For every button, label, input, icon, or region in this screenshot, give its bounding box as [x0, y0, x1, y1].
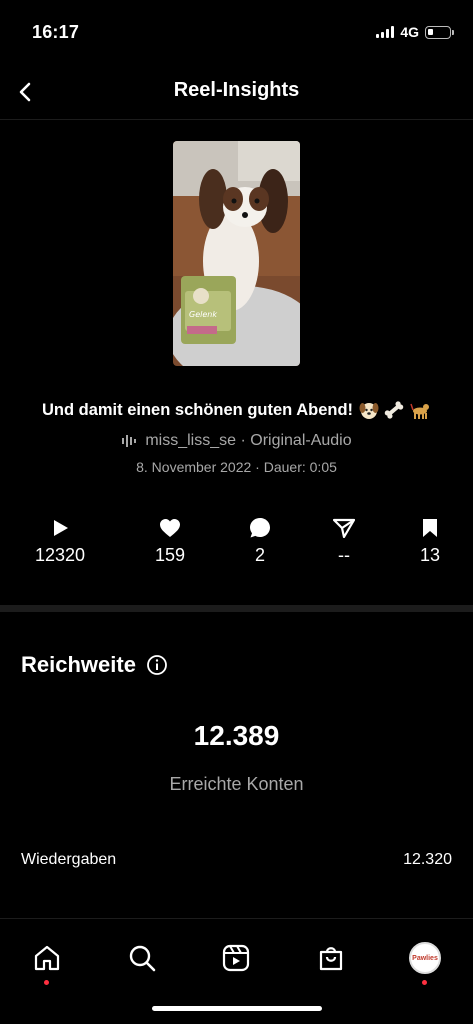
saves-count: 13 — [419, 545, 441, 565]
bone-emoji-icon — [384, 401, 404, 419]
header: Reel-Insights — [0, 64, 473, 120]
notification-dot — [422, 980, 427, 985]
reel-thumbnail[interactable]: Gelenk — [173, 141, 300, 366]
audio-wave-icon — [122, 435, 137, 447]
stats-row: 12320 159 2 -- 13 — [0, 516, 473, 576]
reel-caption: Und damit einen schönen guten Abend! — [0, 400, 473, 420]
caption-text: Und damit einen schönen guten Abend! — [41, 400, 354, 419]
network-type: 4G — [400, 24, 419, 40]
stat-saves: 13 — [385, 516, 473, 566]
plays-count: 12320 — [34, 545, 86, 565]
comments-count: 2 — [254, 545, 265, 565]
avatar-label: Pawlies — [412, 954, 438, 962]
audio-text: miss_liss_se · Original-Audio — [145, 432, 352, 449]
nav-shop[interactable] — [306, 933, 356, 983]
nav-search[interactable] — [117, 933, 167, 983]
metric-row: Wiedergaben 12.320 — [21, 851, 452, 869]
shares-count: -- — [338, 545, 350, 565]
page-title: Reel-Insights — [173, 79, 300, 101]
home-indicator — [152, 1006, 322, 1011]
search-icon — [129, 945, 156, 972]
package-label: Gelenk — [189, 310, 217, 319]
stat-plays: 12320 — [15, 516, 105, 566]
nav-home[interactable] — [22, 933, 72, 985]
home-icon — [34, 945, 60, 971]
dog-photo: Gelenk — [173, 141, 300, 366]
stat-shares: -- — [299, 516, 389, 566]
status-indicators: 4G — [376, 24, 454, 40]
signal-icon — [376, 26, 395, 38]
metric-label: Wiedergaben — [21, 851, 117, 868]
battery-icon — [425, 25, 454, 39]
metric-value: 12.320 — [403, 851, 452, 868]
comment-icon — [250, 518, 270, 538]
caption-emojis — [359, 400, 431, 420]
avatar: Pawlies — [409, 942, 441, 974]
dog-face-emoji-icon — [359, 403, 379, 419]
play-icon — [54, 520, 68, 536]
likes-count: 159 — [154, 545, 186, 565]
bookmark-icon — [423, 519, 437, 537]
guide-dog-emoji-icon — [410, 403, 430, 419]
shopping-bag-icon — [319, 947, 343, 971]
section-divider — [0, 605, 473, 612]
notification-dot — [44, 980, 49, 985]
stat-likes: 159 — [125, 516, 215, 566]
share-icon — [333, 518, 355, 538]
nav-profile[interactable]: Pawlies — [400, 933, 450, 985]
status-time: 16:17 — [32, 22, 80, 42]
audio-info[interactable]: miss_liss_se · Original-Audio — [0, 432, 473, 450]
stat-comments: 2 — [215, 516, 305, 566]
nav-reels[interactable] — [211, 933, 261, 983]
heart-icon — [160, 519, 180, 537]
info-icon[interactable] — [146, 654, 168, 676]
reach-title: Reichweite — [21, 652, 168, 678]
status-bar: 16:17 4G — [0, 0, 473, 64]
reached-accounts-label: Erreichte Konten — [169, 774, 304, 794]
reach-title-text: Reichweite — [21, 652, 136, 677]
reel-date-duration: 8. November 2022 · Dauer: 0:05 — [136, 459, 337, 475]
reels-icon — [222, 944, 250, 972]
reached-accounts-value: 12.389 — [193, 720, 280, 751]
